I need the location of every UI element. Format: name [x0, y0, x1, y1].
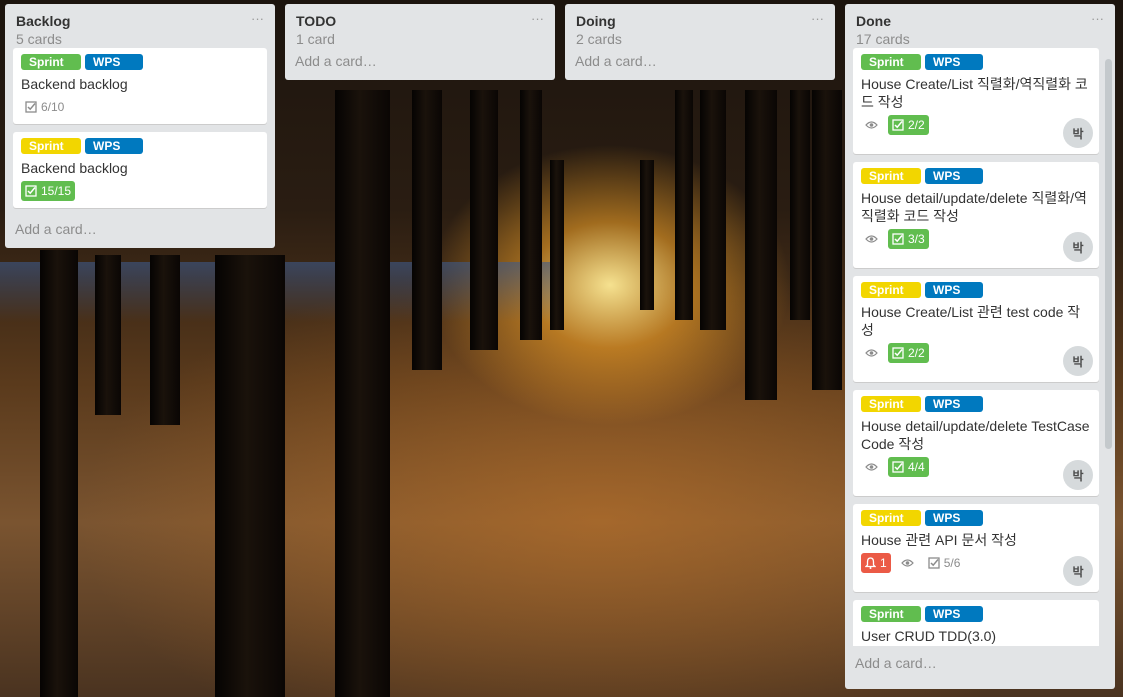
label-team: WPS: [85, 54, 143, 70]
add-card-link[interactable]: Add a card…: [285, 48, 555, 80]
notification-badge: 1: [861, 553, 891, 573]
watch-badge: [861, 229, 882, 249]
card[interactable]: Sprint 2 WPS House 관련 API 문서 작성 1 5/6 박: [853, 504, 1099, 592]
label-sprint: Sprint 1: [861, 54, 921, 85]
notification-count: 1: [880, 556, 887, 570]
avatar[interactable]: 박: [1063, 232, 1093, 262]
add-card-link[interactable]: Add a card…: [5, 216, 275, 248]
label-team: WPS: [925, 606, 983, 622]
list-menu-ellipsis-icon[interactable]: ···: [531, 11, 544, 26]
checklist-icon: [892, 461, 904, 473]
card-title: House Create/List 관련 test code 작성: [861, 304, 1081, 338]
checklist-icon: [892, 119, 904, 131]
label-sprint: Sprint 2: [861, 396, 921, 427]
checklist-badge: 2/2: [888, 115, 929, 135]
checklist-badge: 2/2: [888, 343, 929, 363]
list-title[interactable]: Done: [856, 13, 1104, 29]
list-menu-ellipsis-icon[interactable]: ···: [251, 11, 264, 26]
watch-badge: [861, 343, 882, 363]
card[interactable]: Sprint 2 WPS House detail/update/delete …: [853, 390, 1099, 496]
label-team: WPS: [925, 396, 983, 412]
label-team: WPS: [925, 282, 983, 298]
label-team: WPS: [925, 168, 983, 184]
checklist-count: 4/4: [908, 460, 925, 474]
list-title[interactable]: Backlog: [16, 13, 264, 29]
label-sprint: Sprint 2: [861, 282, 921, 313]
card[interactable]: Sprint 2 WPS House detail/update/delete …: [853, 162, 1099, 268]
card[interactable]: Sprint 2 WPS House Create/List 관련 test c…: [853, 276, 1099, 382]
checklist-badge: 3/3: [888, 229, 929, 249]
eye-icon: [865, 235, 878, 243]
list-done: Done 17 cards ··· Sprint 1 WPS House Cre…: [845, 4, 1115, 689]
checklist-count: 6/10: [41, 100, 65, 114]
label-sprint: Sprint 1: [861, 606, 921, 637]
checklist-icon: [25, 185, 37, 197]
list-todo: TODO 1 card ··· Add a card…: [285, 4, 555, 80]
label-sprint: Sprint 2: [861, 168, 921, 199]
card[interactable]: Sprint 1 WPS House Create/List 직렬화/역직렬화 …: [853, 48, 1099, 154]
watch-badge: [861, 457, 882, 477]
card[interactable]: Sprint 2 WPS Backend backlog 15/15: [13, 132, 267, 208]
card[interactable]: Sprint 1 WPS User CRUD TDD(3.0): [853, 600, 1099, 646]
label-team: WPS: [925, 54, 983, 70]
add-card-link[interactable]: Add a card…: [565, 48, 835, 80]
list-card-count: 1 card: [296, 31, 335, 47]
label-team: WPS: [85, 138, 143, 154]
checklist-badge: 4/4: [888, 457, 929, 477]
avatar[interactable]: 박: [1063, 460, 1093, 490]
checklist-count: 3/3: [908, 232, 925, 246]
eye-icon: [900, 559, 914, 567]
avatar[interactable]: 박: [1063, 556, 1093, 586]
checklist-icon: [928, 557, 940, 569]
checklist-badge: 15/15: [21, 181, 76, 201]
eye-icon: [865, 349, 878, 357]
label-sprint: Sprint 2: [861, 510, 921, 541]
list-backlog: Backlog 5 cards ··· Sprint 1 WPS Backend…: [5, 4, 275, 248]
card-title: House 관련 API 문서 작성: [861, 532, 1017, 548]
list-card-count: 5 cards: [16, 31, 62, 47]
checklist-count: 15/15: [41, 184, 72, 198]
add-card-link[interactable]: Add a card…: [845, 646, 1115, 682]
checklist-icon: [892, 233, 904, 245]
checklist-count: 2/2: [908, 118, 925, 132]
done-card-area: Sprint 1 WPS House Create/List 직렬화/역직렬화 …: [845, 48, 1115, 646]
label-sprint: Sprint 1: [21, 54, 81, 85]
checklist-icon: [25, 101, 37, 113]
card-title: House detail/update/delete TestCaseCode …: [861, 418, 1090, 452]
list-card-count: 17 cards: [856, 31, 910, 47]
card[interactable]: Sprint 1 WPS Backend backlog 6/10: [13, 48, 267, 124]
label-sprint: Sprint 2: [21, 138, 81, 169]
checklist-badge: 5/6: [924, 553, 965, 573]
list-menu-ellipsis-icon[interactable]: ···: [1091, 11, 1104, 26]
eye-icon: [865, 121, 878, 129]
list-card-count: 2 cards: [576, 31, 622, 47]
list-title[interactable]: Doing: [576, 13, 824, 29]
list-menu-ellipsis-icon[interactable]: ···: [811, 11, 824, 26]
card-title: House detail/update/delete 직렬화/역직렬화 코드 작…: [861, 190, 1087, 224]
checklist-count: 2/2: [908, 346, 925, 360]
checklist-badge: 6/10: [21, 97, 68, 117]
card-title: User CRUD TDD(3.0): [861, 628, 997, 644]
bell-icon: [865, 557, 876, 569]
card-title: Backend backlog: [21, 160, 128, 176]
watch-badge: [861, 115, 882, 135]
checklist-count: 5/6: [943, 556, 961, 570]
list-scrollbar[interactable]: [1105, 59, 1112, 449]
avatar[interactable]: 박: [1063, 118, 1093, 148]
eye-icon: [865, 463, 878, 471]
card-title: House Create/List 직렬화/역직렬화 코드 작성: [861, 76, 1088, 110]
avatar[interactable]: 박: [1063, 346, 1093, 376]
checklist-icon: [892, 347, 904, 359]
list-doing: Doing 2 cards ··· Add a card…: [565, 4, 835, 80]
label-team: WPS: [925, 510, 983, 526]
list-title[interactable]: TODO: [296, 13, 544, 29]
watch-badge: [897, 553, 918, 573]
card-title: Backend backlog: [21, 76, 128, 92]
